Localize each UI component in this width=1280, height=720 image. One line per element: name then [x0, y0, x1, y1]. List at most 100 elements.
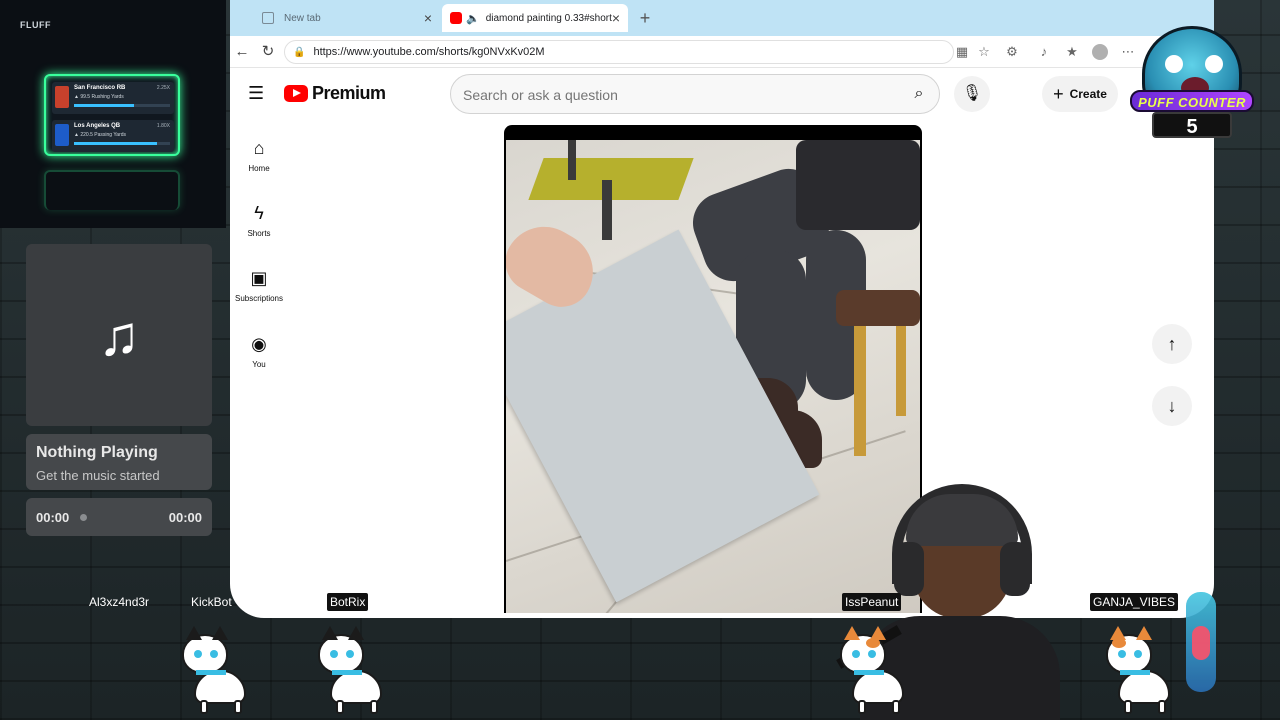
cat-eye	[1134, 650, 1142, 658]
you-icon: ◉	[251, 334, 267, 354]
cat-leg	[1158, 700, 1166, 714]
headset-ear-cup	[1000, 542, 1030, 596]
address-bar[interactable]: 🔒 https://www.youtube.com/shorts/kg0NVxK…	[284, 40, 954, 64]
home-icon: ⌂	[253, 138, 265, 158]
cat-collar	[332, 670, 362, 675]
chatter-name: Al3xz4nd3r	[89, 595, 150, 609]
cat-head	[182, 626, 228, 674]
cat-eye	[210, 650, 218, 658]
cat-eye	[868, 650, 876, 658]
music-album-art: ♫	[26, 244, 212, 426]
ticker-team: Los Angeles QB	[74, 123, 121, 129]
ticker-reflection	[44, 170, 180, 210]
cat-leg	[336, 700, 344, 714]
cat-mascot-icon	[1096, 626, 1186, 716]
ticker-frame: San Francisco RB ▲ 99.5 Rushing Yards 2.…	[44, 74, 180, 156]
search-input[interactable]	[463, 85, 883, 105]
cat-eye	[330, 650, 338, 658]
music-note-icon: ♫	[98, 303, 140, 367]
youtube-premium-logo[interactable]: Premium	[284, 83, 386, 104]
chatter-name: BotRix	[327, 593, 369, 611]
sidebar-item-label: Home	[248, 164, 270, 173]
cat-mascot-icon	[308, 626, 398, 716]
lock-icon[interactable]: 🔒	[293, 47, 305, 58]
profile-avatar[interactable]	[1092, 44, 1108, 60]
url-text: https://www.youtube.com/shorts/kg0NVxKv0…	[313, 46, 545, 58]
mascot-eye	[1165, 55, 1183, 73]
speaker-icon[interactable]: 🔈	[466, 12, 480, 25]
ticker-line: 2.25X	[156, 85, 170, 91]
next-short-arrow-icon[interactable]: ↓	[1152, 386, 1192, 426]
cat-ear	[348, 626, 364, 640]
cat-body	[852, 670, 904, 704]
reload-icon[interactable]: ↻	[258, 42, 278, 62]
cat-leg	[370, 700, 378, 714]
hamburger-menu-icon[interactable]: ☰	[248, 84, 266, 102]
search-box: ⌕	[450, 74, 940, 114]
cat-eye	[346, 650, 354, 658]
shorts-icon: ϟ	[254, 203, 264, 223]
new-tab-button[interactable]: +	[634, 8, 656, 28]
microphone-icon[interactable]: 🎙	[954, 76, 990, 112]
create-label: Create	[1069, 87, 1107, 101]
youtube-masthead: ☰ Premium ⌕ 🎙 + Create	[230, 68, 1214, 120]
ticker-line: 1.80X	[156, 123, 170, 129]
sidebar-item-label: You	[252, 360, 266, 369]
sidebar-item-subscriptions[interactable]: ▣ Subscriptions	[230, 268, 288, 303]
close-icon[interactable]: ×	[424, 10, 432, 26]
sidebar-item-label: Subscriptions	[234, 294, 284, 303]
ticker-stat: ▲ 99.5 Rushing Yards	[74, 94, 124, 100]
browser-toolbar: ← ↻ 🔒 https://www.youtube.com/shorts/kg0…	[230, 36, 1214, 68]
headset-ear-cup	[894, 542, 924, 596]
cat-collar	[196, 670, 226, 675]
chair-seat	[836, 290, 920, 326]
fluff-logo: FLUFF	[20, 20, 51, 30]
ticker-progress	[74, 104, 170, 107]
cat-ear	[322, 626, 338, 640]
chatter-name: KickBot	[191, 595, 232, 609]
create-button[interactable]: + Create	[1042, 76, 1118, 112]
back-arrow-icon[interactable]: ←	[232, 42, 252, 62]
cat-body	[1118, 670, 1170, 704]
table-leg	[602, 180, 612, 240]
media-icon[interactable]: ♪	[1036, 44, 1052, 60]
cat-eye	[852, 650, 860, 658]
youtube-favicon-icon	[450, 12, 462, 24]
collections-icon[interactable]: ★	[1064, 44, 1080, 60]
tab-new-tab[interactable]: New tab ×	[254, 4, 440, 32]
close-icon[interactable]: ×	[612, 10, 620, 26]
previous-short-arrow-icon[interactable]: ↑	[1152, 324, 1192, 364]
subscriptions-icon: ▣	[250, 268, 268, 288]
cat-head	[840, 626, 886, 674]
cat-mascot-icon	[172, 626, 262, 716]
apps-icon[interactable]: ▦	[954, 44, 970, 60]
sidebar-item-you[interactable]: ◉ You	[230, 334, 288, 369]
logo-word: Premium	[312, 83, 386, 103]
cat-collar	[854, 670, 884, 675]
cat-collar	[1120, 670, 1150, 675]
favorite-star-icon[interactable]: ☆	[976, 44, 992, 60]
sidebar-item-shorts[interactable]: ϟ Shorts	[230, 203, 288, 238]
cat-body	[194, 670, 246, 704]
now-playing-card: Nothing Playing Get the music started	[26, 434, 212, 490]
progress-dot-icon	[80, 514, 87, 521]
tab-youtube-shorts[interactable]: 🔈 diamond painting 0.33#shorts ×	[442, 4, 628, 32]
tab-title: New tab	[284, 12, 321, 24]
sidebar-item-home[interactable]: ⌂ Home	[230, 138, 288, 173]
puff-counter-title: PUFF COUNTER	[1130, 90, 1254, 112]
jacket	[796, 140, 920, 230]
ticker-team: San Francisco RB	[74, 85, 126, 91]
search-icon[interactable]: ⌕	[905, 80, 933, 108]
mascot-mouth	[1192, 626, 1210, 660]
table-leg	[568, 140, 576, 180]
cat-leg	[200, 700, 208, 714]
cat-leg	[1124, 700, 1132, 714]
sidebar-item-label: Shorts	[247, 229, 271, 238]
puff-counter-badge: PUFF COUNTER 5	[1130, 20, 1254, 148]
chair-leg	[854, 326, 866, 456]
plus-icon: +	[1053, 83, 1064, 104]
extensions-icon[interactable]: ⚙	[1004, 44, 1020, 60]
ticker-row: San Francisco RB ▲ 99.5 Rushing Yards 2.…	[52, 82, 174, 114]
cat-ear	[844, 626, 860, 640]
cat-ear	[186, 626, 202, 640]
